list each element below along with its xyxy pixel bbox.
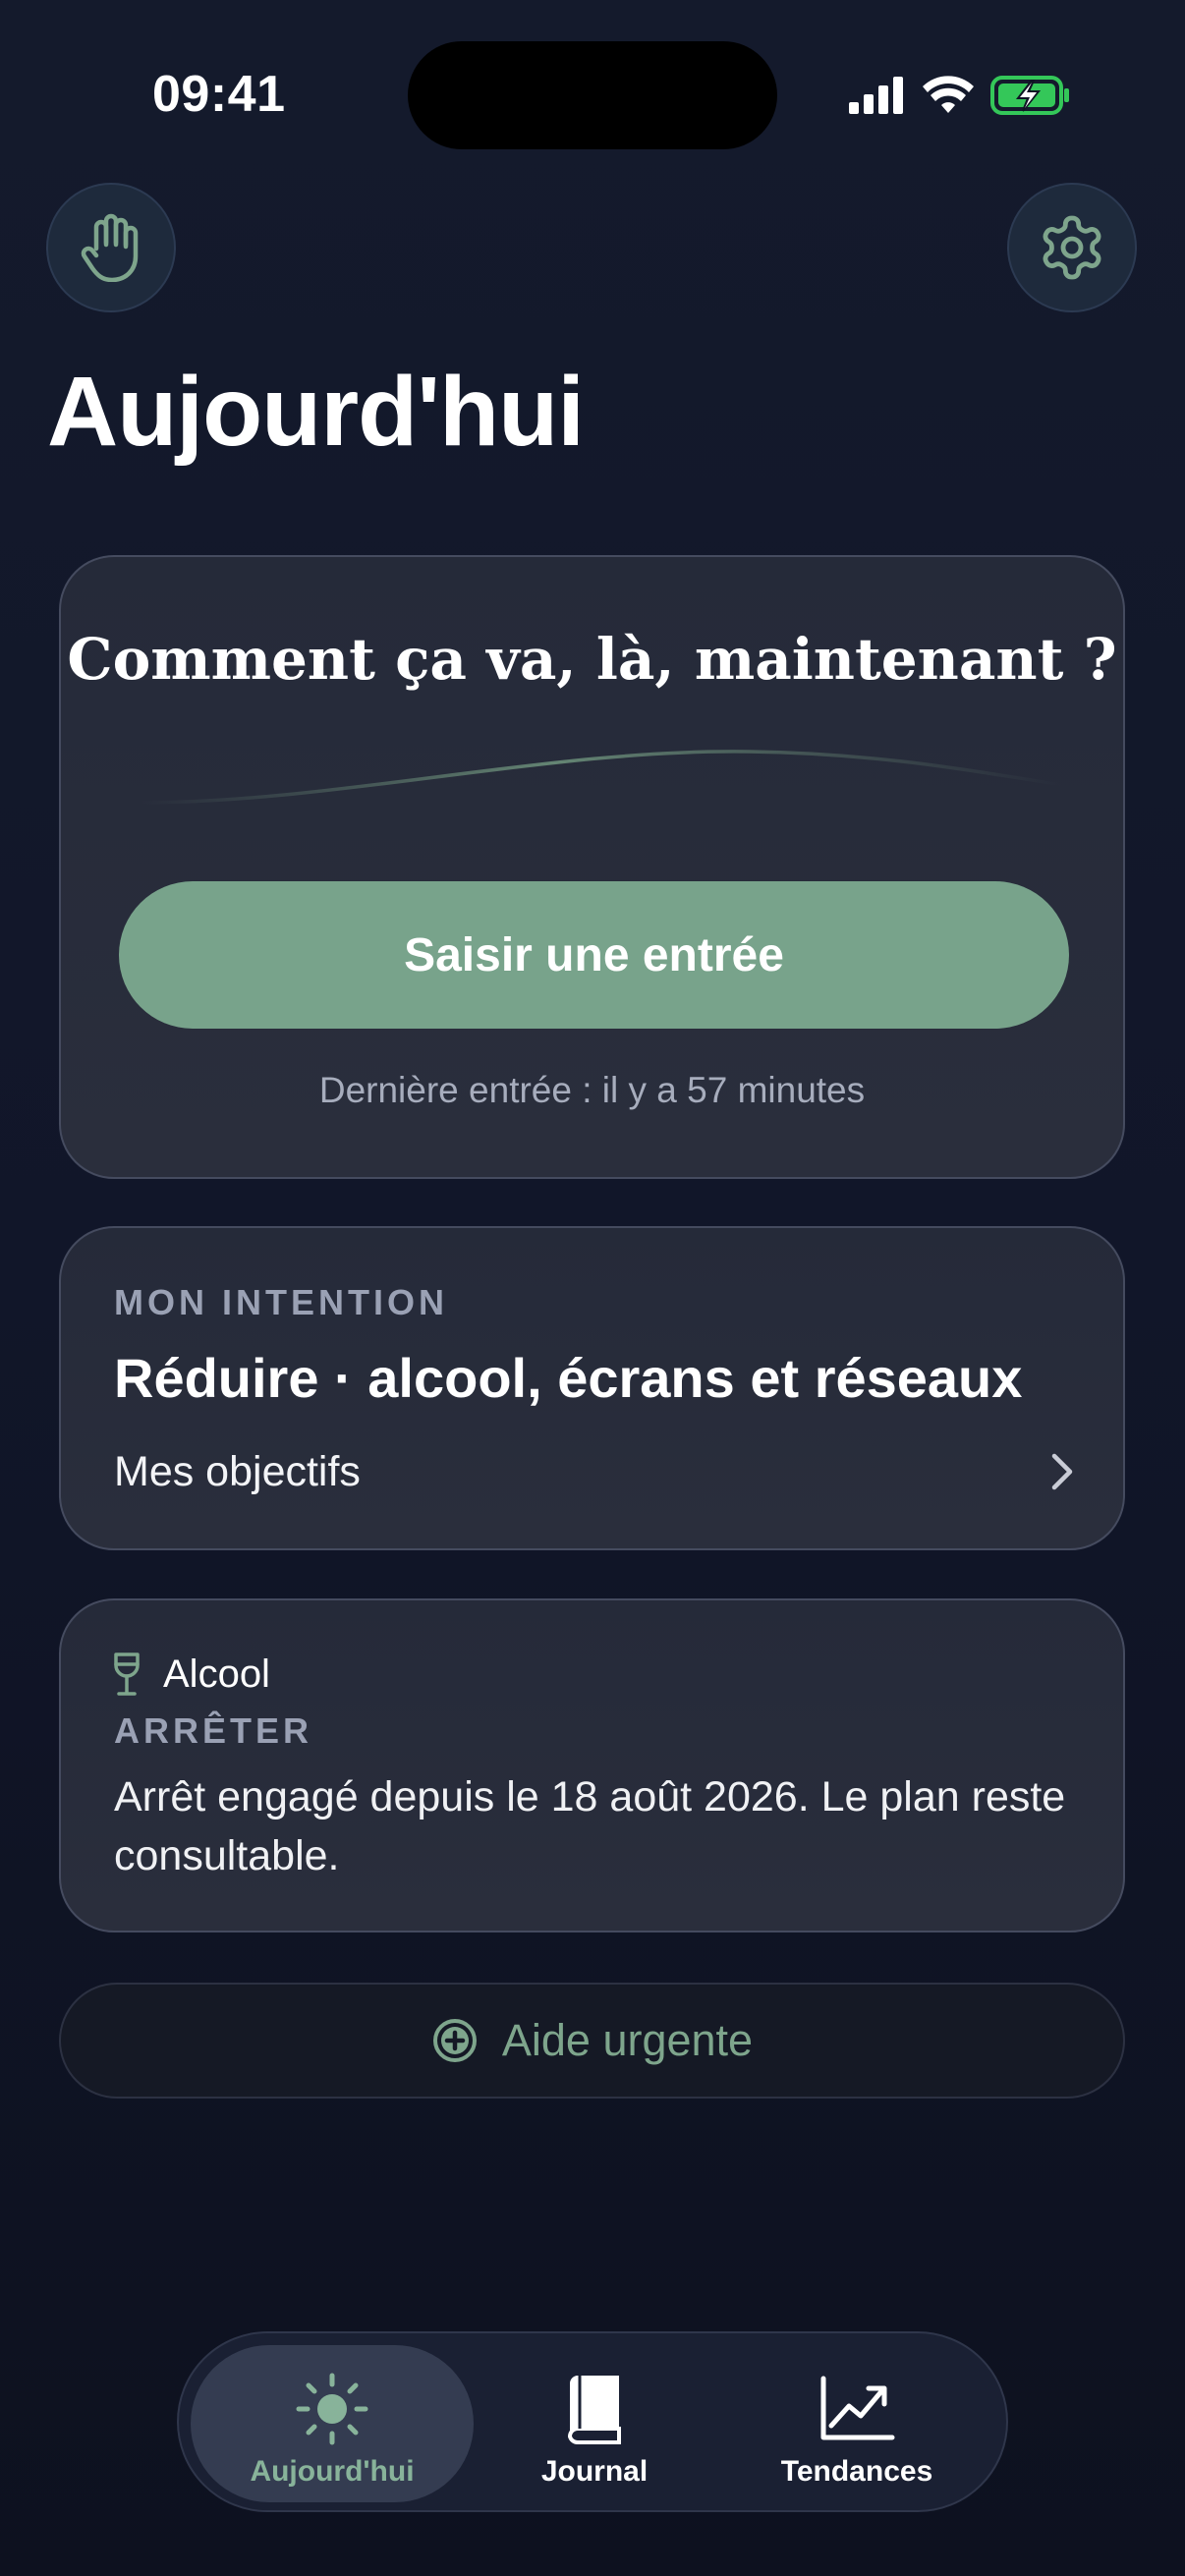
chart-line-icon	[820, 2376, 895, 2440]
intention-title: Réduire · alcool, écrans et réseaux	[114, 1347, 1023, 1409]
alcohol-header: Alcool	[110, 1652, 270, 1697]
urgent-help-button[interactable]: Aide urgente	[59, 1983, 1125, 2099]
status-icons	[847, 71, 1071, 120]
intention-card[interactable]: MON INTENTION Réduire · alcool, écrans e…	[59, 1226, 1125, 1550]
alcohol-status-text: Arrêt engagé depuis le 18 août 2026. Le …	[114, 1773, 1066, 1879]
last-entry-text: Dernière entrée : il y a 57 minutes	[318, 1070, 866, 1110]
wine-glass-icon	[114, 1652, 140, 1696]
urgent-help-label: Aide urgente	[501, 2015, 754, 2065]
book-icon	[567, 2376, 621, 2444]
plus-circle-icon	[432, 2019, 477, 2062]
page-title: Aujourd'hui	[47, 357, 585, 467]
gear-icon	[1043, 215, 1101, 280]
intention-eyebrow: MON INTENTION	[114, 1282, 448, 1322]
chevron-right-icon	[1051, 1453, 1073, 1490]
tab-journal-label: Journal	[540, 2455, 649, 2488]
checkin-card: Comment ça va, là, maintenant ? Saisir u…	[59, 555, 1125, 1179]
battery-charging-icon	[990, 76, 1069, 115]
hand-icon	[81, 213, 139, 282]
wifi-icon	[923, 76, 974, 113]
tab-trends-label: Tendances	[780, 2455, 933, 2488]
mood-wave-decoration	[140, 750, 1063, 805]
tab-trends[interactable]: Tendances	[715, 2345, 998, 2502]
tab-bar: Aujourd'hui Journal Tendances	[177, 2331, 1008, 2512]
tab-today-label: Aujourd'hui	[250, 2455, 415, 2488]
pause-hand-button[interactable]	[46, 183, 176, 312]
alcohol-plan-card[interactable]: Alcool ARRÊTER Arrêt engagé depuis le 18…	[59, 1598, 1125, 1932]
tab-today[interactable]: Aujourd'hui	[191, 2345, 474, 2502]
dynamic-island	[408, 41, 777, 149]
sun-icon	[296, 2373, 368, 2445]
checkin-question: Comment ça va, là, maintenant ?	[67, 626, 1117, 693]
settings-button[interactable]	[1007, 183, 1137, 312]
new-entry-button[interactable]: Saisir une entrée	[119, 881, 1069, 1029]
alcohol-status-eyebrow: ARRÊTER	[114, 1710, 313, 1751]
alcohol-label: Alcool	[163, 1652, 270, 1696]
status-time: 09:41	[152, 66, 286, 123]
my-goals-link[interactable]: Mes objectifs	[114, 1448, 361, 1496]
tab-journal[interactable]: Journal	[453, 2345, 736, 2502]
cellular-signal-icon	[849, 77, 903, 114]
